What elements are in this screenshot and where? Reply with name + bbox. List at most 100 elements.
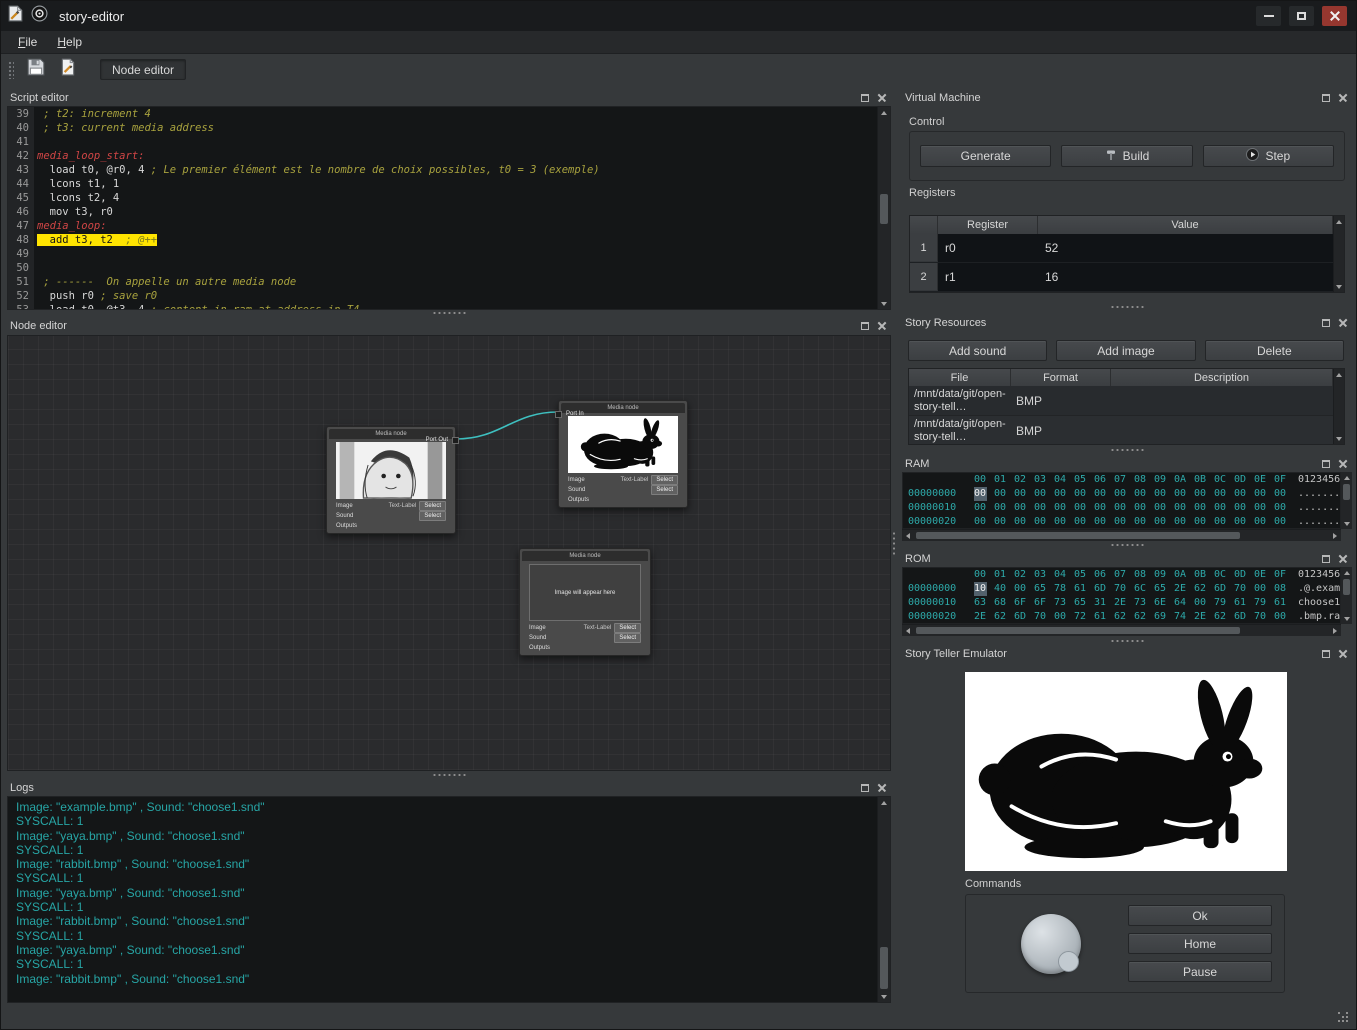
- code-line[interactable]: 48 add t3, t2 ; @++: [8, 233, 877, 247]
- scroll-up-button[interactable]: [1341, 567, 1352, 578]
- code-line[interactable]: 40 ; t3: current media address: [8, 121, 877, 135]
- scroll-up-button[interactable]: [1334, 216, 1344, 227]
- hex-byte[interactable]: 69: [1154, 610, 1167, 624]
- export-script-button[interactable]: [54, 57, 81, 82]
- hex-byte[interactable]: 00: [1234, 487, 1247, 501]
- hex-byte[interactable]: 61: [1234, 596, 1247, 610]
- splitter-handle[interactable]: [902, 304, 1352, 310]
- hex-byte[interactable]: 00: [1194, 487, 1207, 501]
- scroll-down-button[interactable]: [878, 298, 890, 309]
- hex-byte[interactable]: 6D: [1014, 610, 1027, 624]
- code-line[interactable]: 42media_loop_start:: [8, 149, 877, 163]
- script-code[interactable]: 39 ; t2: increment 440 ; t3: current med…: [8, 107, 877, 309]
- hex-byte[interactable]: 00: [1094, 515, 1107, 529]
- hex-byte[interactable]: 70: [1254, 610, 1267, 624]
- scroll-down-button[interactable]: [1341, 518, 1352, 529]
- column-header-register[interactable]: Register: [938, 216, 1038, 234]
- node-connection-wire[interactable]: [456, 412, 558, 439]
- media-node[interactable]: Media nodeImageText-LabelSelectSoundSele…: [558, 400, 688, 508]
- hex-byte[interactable]: 6F: [1014, 596, 1027, 610]
- logs-vertical-scrollbar[interactable]: [877, 797, 890, 1002]
- hex-byte[interactable]: 00: [1274, 487, 1287, 501]
- scroll-down-button[interactable]: [1341, 613, 1352, 624]
- hex-byte[interactable]: 00: [1014, 582, 1027, 596]
- hex-byte[interactable]: 70: [1034, 610, 1047, 624]
- hex-byte[interactable]: 00: [1134, 515, 1147, 529]
- pause-button[interactable]: Pause: [1128, 961, 1272, 982]
- scroll-track[interactable]: [878, 118, 890, 298]
- float-icon[interactable]: [1320, 458, 1332, 470]
- close-button[interactable]: [1322, 6, 1347, 26]
- media-node[interactable]: Media nodeImageText-LabelSelectSoundSele…: [326, 426, 456, 534]
- hex-byte[interactable]: 00: [1074, 501, 1087, 515]
- hex-byte[interactable]: 00: [1274, 501, 1287, 515]
- select-sound-button[interactable]: Select: [419, 511, 446, 521]
- hex-byte[interactable]: 2E: [974, 610, 987, 624]
- input-port[interactable]: [555, 411, 562, 418]
- hex-byte[interactable]: 00: [1054, 610, 1067, 624]
- hex-byte[interactable]: 6C: [1134, 582, 1147, 596]
- close-icon[interactable]: [1337, 458, 1349, 470]
- hex-byte[interactable]: 62: [1114, 610, 1127, 624]
- splitter-handle[interactable]: [7, 772, 891, 778]
- hex-byte[interactable]: 63: [974, 596, 987, 610]
- resources-table[interactable]: File Format Description /mnt/data/git/op…: [908, 368, 1345, 445]
- ram-vertical-scrollbar[interactable]: [1341, 472, 1352, 529]
- code-line[interactable]: 44 lcons t1, 1: [8, 177, 877, 191]
- hex-byte[interactable]: 2E: [1114, 596, 1127, 610]
- scroll-left-button[interactable]: [902, 625, 914, 636]
- code-line[interactable]: 50: [8, 261, 877, 275]
- toolbar-drag-handle[interactable]: [8, 61, 14, 79]
- hex-byte[interactable]: 6D: [1214, 582, 1227, 596]
- hex-byte[interactable]: 00: [1254, 582, 1267, 596]
- code-line[interactable]: 49: [8, 247, 877, 261]
- hex-byte[interactable]: 00: [1194, 515, 1207, 529]
- hex-byte[interactable]: 74: [1174, 610, 1187, 624]
- scroll-thumb[interactable]: [1343, 579, 1350, 595]
- hex-byte[interactable]: 00: [1074, 515, 1087, 529]
- hex-byte[interactable]: 00: [1254, 515, 1267, 529]
- scroll-track[interactable]: [914, 530, 1329, 541]
- hex-byte[interactable]: 00: [1174, 501, 1187, 515]
- hex-byte[interactable]: 00: [1094, 487, 1107, 501]
- hex-byte[interactable]: 00: [1254, 501, 1267, 515]
- registers-scrollbar[interactable]: [1333, 216, 1344, 292]
- code-line[interactable]: 43 load t0, @r0, 4 ; Le premier élément …: [8, 163, 877, 177]
- hex-byte[interactable]: 00: [1214, 487, 1227, 501]
- hex-byte[interactable]: 64: [1174, 596, 1187, 610]
- hex-byte[interactable]: 00: [974, 515, 987, 529]
- hex-byte[interactable]: 00: [1274, 610, 1287, 624]
- register-row[interactable]: 2r116: [910, 263, 1333, 292]
- scroll-left-button[interactable]: [902, 530, 914, 541]
- hex-byte[interactable]: 00: [1234, 501, 1247, 515]
- hex-byte[interactable]: 00: [994, 487, 1007, 501]
- logs-body[interactable]: Image: "example.bmp" , Sound: "choose1.s…: [7, 796, 891, 1003]
- hex-byte[interactable]: 00: [974, 501, 987, 515]
- scroll-track[interactable]: [1341, 578, 1352, 613]
- add-sound-button[interactable]: Add sound: [908, 340, 1047, 361]
- close-icon[interactable]: [1337, 317, 1349, 329]
- hex-byte[interactable]: 2E: [1174, 582, 1187, 596]
- code-line[interactable]: 39 ; t2: increment 4: [8, 107, 877, 121]
- ram-horizontal-scrollbar[interactable]: [902, 529, 1341, 541]
- hex-byte[interactable]: 00: [994, 515, 1007, 529]
- hex-byte[interactable]: 08: [1274, 582, 1287, 596]
- hex-byte[interactable]: 61: [1074, 582, 1087, 596]
- hex-byte[interactable]: 00: [1214, 501, 1227, 515]
- hex-byte[interactable]: 00: [1054, 515, 1067, 529]
- media-node[interactable]: Media nodeImage will appear hereImageTex…: [519, 548, 651, 656]
- hex-byte[interactable]: 6E: [1154, 596, 1167, 610]
- splitter-handle[interactable]: [902, 447, 1352, 453]
- scroll-up-button[interactable]: [878, 107, 890, 118]
- rom-content[interactable]: 000102030405060708090A0B0C0D0E0F01234567…: [902, 567, 1341, 624]
- splitter-handle[interactable]: [902, 542, 1352, 548]
- generate-button[interactable]: Generate: [920, 145, 1051, 167]
- scroll-right-button[interactable]: [1329, 530, 1341, 541]
- hex-byte[interactable]: 73: [1054, 596, 1067, 610]
- hex-byte[interactable]: 65: [1034, 582, 1047, 596]
- hex-byte[interactable]: 6D: [1094, 582, 1107, 596]
- column-splitter-handle[interactable]: [891, 506, 897, 582]
- scroll-thumb[interactable]: [916, 627, 1240, 634]
- close-icon[interactable]: [1337, 553, 1349, 565]
- hex-byte[interactable]: 65: [1154, 582, 1167, 596]
